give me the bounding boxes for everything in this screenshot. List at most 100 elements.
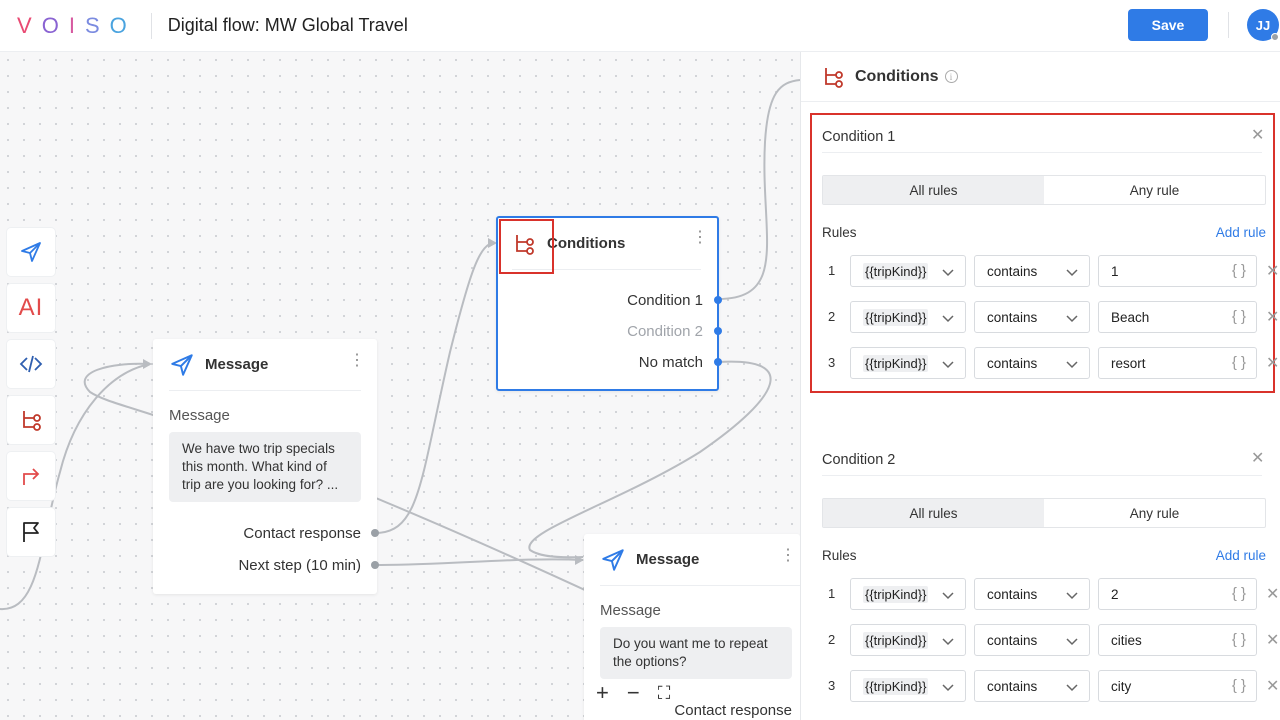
flow-canvas[interactable]: AI Message ⋮ Message We have two trip sp…	[0, 52, 800, 720]
operator-value: contains	[987, 632, 1038, 648]
chevron-down-icon	[1066, 361, 1078, 369]
remove-rule-icon[interactable]: ✕	[1266, 676, 1279, 696]
voiso-logo[interactable]: V O I S O	[17, 13, 129, 39]
output-port[interactable]	[371, 529, 379, 537]
message-label: Message	[600, 602, 661, 619]
operator-value: contains	[987, 263, 1038, 279]
value-input[interactable]: 2 { }	[1098, 578, 1257, 610]
conditions-node[interactable]: Conditions ⋮ Condition 1 Condition 2 No …	[496, 216, 722, 391]
chevron-down-icon	[1066, 315, 1078, 323]
arrow-head	[143, 359, 152, 369]
node-header: Message	[600, 534, 800, 586]
chevron-down-icon	[942, 269, 954, 277]
conditions-tool[interactable]	[7, 396, 55, 444]
node-title: Message	[636, 551, 700, 568]
node-header: Message	[169, 339, 361, 391]
output-port[interactable]	[714, 358, 722, 366]
value-input[interactable]: cities { }	[1098, 624, 1257, 656]
add-rule-link[interactable]: Add rule	[1216, 225, 1266, 240]
variable-braces-icon[interactable]: { }	[1232, 631, 1246, 648]
operator-select[interactable]: contains	[974, 670, 1090, 702]
more-options-icon[interactable]: ⋮	[780, 548, 796, 564]
operator-select[interactable]: contains	[974, 624, 1090, 656]
remove-rule-icon[interactable]: ✕	[1266, 261, 1279, 281]
connection-line	[375, 241, 496, 534]
variable-select[interactable]: {{tripKind}}	[850, 301, 966, 333]
end-flag-tool[interactable]	[7, 508, 55, 556]
logo-letter: V	[17, 12, 34, 38]
operator-value: contains	[987, 586, 1038, 602]
highlight-box	[499, 219, 554, 274]
zoom-out-button[interactable]: −	[627, 680, 640, 706]
value-input[interactable]: city { }	[1098, 670, 1257, 702]
operator-value: contains	[987, 355, 1038, 371]
rules-label: Rules	[822, 225, 857, 240]
tab-any-rule[interactable]: Any rule	[1044, 176, 1265, 204]
more-options-icon[interactable]: ⋮	[349, 353, 365, 369]
operator-value: contains	[987, 678, 1038, 694]
redirect-tool[interactable]	[7, 452, 55, 500]
node-toolbar: AI	[7, 228, 55, 564]
close-icon[interactable]: ✕	[1251, 125, 1264, 145]
output-port[interactable]	[714, 327, 722, 335]
variable-value: {{tripKind}}	[863, 308, 929, 326]
rule-row: 2 {{tripKind}} contains cities { } ✕	[822, 624, 1280, 656]
message-node[interactable]: Message ⋮ Message We have two trip speci…	[153, 339, 379, 594]
save-button[interactable]: Save	[1128, 9, 1208, 41]
output-next-step: Next step (10 min)	[238, 557, 361, 574]
remove-rule-icon[interactable]: ✕	[1266, 353, 1279, 373]
remove-rule-icon[interactable]: ✕	[1266, 584, 1279, 604]
operator-select[interactable]: contains	[974, 301, 1090, 333]
panel-header: Conditions i	[801, 52, 1280, 102]
user-avatar[interactable]: JJ	[1247, 9, 1279, 41]
tab-all-rules[interactable]: All rules	[823, 499, 1044, 527]
rules-label: Rules	[822, 548, 857, 563]
remove-rule-icon[interactable]: ✕	[1266, 307, 1279, 327]
variable-select[interactable]: {{tripKind}}	[850, 670, 966, 702]
info-icon[interactable]: i	[944, 70, 958, 83]
value-input[interactable]: Beach { }	[1098, 301, 1257, 333]
value-input[interactable]: 1 { }	[1098, 255, 1257, 287]
logo-letter: O	[109, 12, 129, 38]
variable-select[interactable]: {{tripKind}}	[850, 347, 966, 379]
variable-braces-icon[interactable]: { }	[1232, 585, 1246, 602]
add-rule-link[interactable]: Add rule	[1216, 548, 1266, 563]
operator-select[interactable]: contains	[974, 347, 1090, 379]
send-message-tool[interactable]	[7, 228, 55, 276]
ai-tool[interactable]: AI	[7, 284, 55, 332]
variable-select[interactable]: {{tripKind}}	[850, 255, 966, 287]
output-contact-response: Contact response	[674, 702, 792, 719]
code-tool[interactable]	[7, 340, 55, 388]
header-divider	[1228, 12, 1229, 38]
variable-braces-icon[interactable]: { }	[1232, 308, 1246, 325]
close-icon[interactable]: ✕	[1251, 448, 1264, 468]
more-options-icon[interactable]: ⋮	[692, 230, 708, 246]
operator-select[interactable]: contains	[974, 255, 1090, 287]
value-text: resort	[1111, 355, 1146, 371]
paper-plane-icon	[171, 353, 193, 376]
branch-icon	[825, 67, 843, 88]
status-dot	[1271, 33, 1279, 41]
conditions-panel: Conditions i Condition 1 ✕ All rules Any…	[800, 52, 1280, 720]
tab-any-rule[interactable]: Any rule	[1044, 499, 1265, 527]
operator-select[interactable]: contains	[974, 578, 1090, 610]
output-port[interactable]	[371, 561, 379, 569]
chevron-down-icon	[942, 315, 954, 323]
operator-value: contains	[987, 309, 1038, 325]
tab-all-rules[interactable]: All rules	[823, 176, 1044, 204]
panel-title: Conditions	[855, 67, 939, 85]
fit-view-button[interactable]: ⛶	[658, 683, 671, 706]
output-condition-1: Condition 1	[627, 292, 703, 309]
branch-icon	[23, 411, 41, 431]
variable-braces-icon[interactable]: { }	[1232, 677, 1246, 694]
value-input[interactable]: resort { }	[1098, 347, 1257, 379]
variable-braces-icon[interactable]: { }	[1232, 354, 1246, 371]
variable-select[interactable]: {{tripKind}}	[850, 624, 966, 656]
value-text: cities	[1111, 632, 1142, 648]
zoom-in-button[interactable]: +	[596, 680, 609, 706]
remove-rule-icon[interactable]: ✕	[1266, 630, 1279, 650]
variable-select[interactable]: {{tripKind}}	[850, 578, 966, 610]
variable-braces-icon[interactable]: { }	[1232, 262, 1246, 279]
output-port[interactable]	[714, 296, 722, 304]
variable-value: {{tripKind}}	[863, 631, 929, 649]
